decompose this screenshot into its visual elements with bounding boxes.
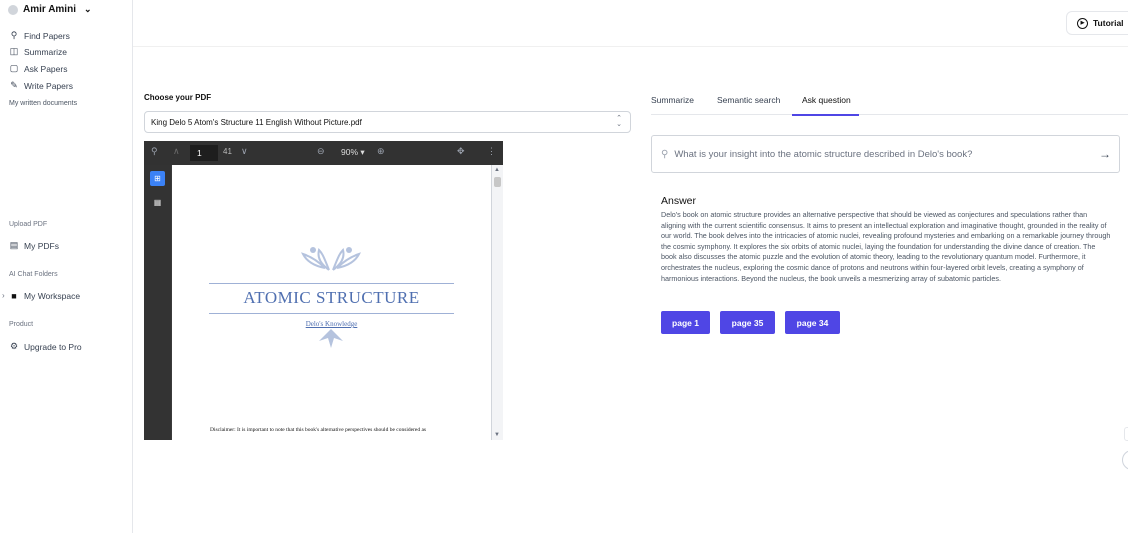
sidebar-item-my-workspace[interactable]: ■ My Workspace	[9, 291, 80, 301]
answer-text: Delo's book on atomic structure provides…	[661, 210, 1111, 283]
folder-icon: ■	[11, 291, 17, 301]
my-written-documents-link[interactable]: My written documents	[9, 100, 77, 107]
chat-icon: ▢	[9, 63, 19, 73]
tab-summarize[interactable]: Summarize	[651, 95, 694, 105]
product-label: Product	[9, 321, 34, 328]
scroll-down-icon[interactable]: ▼	[494, 432, 500, 438]
active-tab-indicator	[792, 114, 859, 116]
sidebar-item-summarize[interactable]: ◫ Summarize	[9, 46, 67, 57]
book-icon: ◫	[9, 46, 19, 56]
zoom-select[interactable]: 90% ▾	[341, 147, 365, 158]
my-written-documents-label: My written documents	[9, 100, 78, 107]
title-rule-bottom	[209, 313, 454, 314]
ornament-arrow-icon	[319, 329, 343, 348]
zoom-in-icon[interactable]: ⊕	[377, 146, 385, 157]
outline-icon[interactable]: ▦	[150, 195, 165, 210]
chevron-right-icon[interactable]: ›	[2, 291, 5, 300]
user-name: Amir Amini	[23, 4, 76, 15]
pdf-icon: ▤	[9, 240, 19, 250]
avatar	[8, 4, 18, 15]
page-reference-button[interactable]: page 1	[661, 311, 710, 334]
page-number-input[interactable]: 1	[190, 145, 218, 161]
pen-icon: ✎	[10, 80, 18, 90]
search-icon: ⚲	[661, 148, 669, 160]
chevron-down-icon: ⌄	[83, 4, 92, 14]
gear-icon: ⚙	[9, 341, 19, 351]
chevron-down-icon[interactable]: ∨	[241, 146, 248, 157]
search-icon: ⚲	[10, 30, 18, 40]
pdf-scrollbar[interactable]: ▲ ▼	[491, 165, 503, 440]
total-pages: 41	[223, 147, 232, 156]
page-reference-button[interactable]: page 34	[785, 311, 840, 334]
answer-heading: Answer	[661, 195, 697, 207]
sidebar-item-label: Upgrade to Pro	[24, 341, 82, 352]
more-icon[interactable]: ⋮	[487, 146, 496, 157]
question-input[interactable]: ⚲ What is your insight into the atomic s…	[651, 135, 1120, 173]
document-disclaimer: Disclaimer: It is important to note that…	[210, 427, 427, 433]
tab-semantic-search[interactable]: Semantic search	[717, 95, 780, 105]
pdf-side-panel: ⊞ ▦	[144, 165, 171, 440]
sidebar-item-upgrade[interactable]: ⚙ Upgrade to Pro	[9, 341, 82, 352]
pdf-select[interactable]: King Delo 5 Atom's Structure 11 English …	[144, 111, 631, 133]
zoom-out-icon[interactable]: ⊖	[317, 146, 325, 157]
sidebar-item-label: My PDFs	[24, 240, 59, 251]
scroll-thumb[interactable]	[494, 177, 501, 187]
sidebar-item-label: Summarize	[24, 46, 67, 57]
zoom-value: 90%	[341, 147, 359, 157]
title-rule-top	[209, 283, 454, 284]
ai-chat-folders-label: AI Chat Folders	[9, 271, 58, 278]
sidebar-item-label: Find Papers	[24, 30, 70, 41]
ornament-icon	[301, 247, 361, 271]
page-reference-button[interactable]: page 35	[720, 311, 775, 334]
tutorial-label: Tutorial	[1093, 18, 1124, 28]
tutorial-button[interactable]: ▶ Tutorial	[1066, 11, 1128, 35]
sidebar-item-label: My Workspace	[24, 291, 81, 301]
sidebar-item-find-papers[interactable]: ⚲ Find Papers	[9, 30, 70, 41]
submit-arrow-icon[interactable]: →	[1099, 147, 1111, 161]
sidebar-item-write-papers[interactable]: ✎ Write Papers	[9, 80, 73, 91]
search-icon[interactable]: ⚲	[151, 146, 158, 157]
pdf-select-value: King Delo 5 Atom's Structure 11 English …	[151, 117, 362, 127]
question-text: What is your insight into the atomic str…	[674, 148, 973, 160]
scroll-up-icon[interactable]: ▲	[494, 167, 500, 173]
select-arrows-icon: ⌃ ⌄	[616, 115, 622, 128]
chevron-up-icon[interactable]: ∧	[173, 146, 180, 157]
sidebar-item-label: Write Papers	[24, 80, 73, 91]
pdf-viewer: ⚲ ∧ 1 41 ∨ ⊖ 90% ▾ ⊕ ✥ ⋮ ⊞ ▦ ATOMIC STRU…	[144, 141, 503, 440]
pan-icon[interactable]: ✥	[457, 146, 465, 157]
choose-pdf-label: Choose your PDF	[144, 93, 212, 102]
floating-widget-tab[interactable]	[1124, 427, 1128, 441]
header-divider	[133, 46, 1128, 47]
thumbnails-icon[interactable]: ⊞	[150, 171, 165, 186]
sidebar: Amir Amini ⌄ ⚲ Find Papers ◫ Summarize ▢…	[0, 0, 133, 533]
pdf-page: ATOMIC STRUCTURE Delo's Knowledge Discla…	[172, 165, 491, 440]
tab-ask-question[interactable]: Ask question	[802, 95, 851, 105]
tab-bar: Summarize Semantic search Ask question	[651, 93, 1128, 116]
sidebar-item-my-pdfs[interactable]: ▤ My PDFs	[9, 240, 59, 251]
sidebar-item-label: Ask Papers	[24, 63, 68, 74]
chat-bubble-icon[interactable]	[1122, 450, 1128, 470]
document-title: ATOMIC STRUCTURE	[243, 288, 420, 307]
sidebar-item-ask-papers[interactable]: ▢ Ask Papers	[9, 63, 68, 74]
upload-pdf-label: Upload PDF	[9, 221, 48, 228]
user-menu[interactable]: Amir Amini ⌄	[8, 4, 92, 15]
play-icon: ▶	[1077, 17, 1088, 29]
pdf-toolbar: ⚲ ∧ 1 41 ∨ ⊖ 90% ▾ ⊕ ✥ ⋮	[144, 141, 503, 165]
